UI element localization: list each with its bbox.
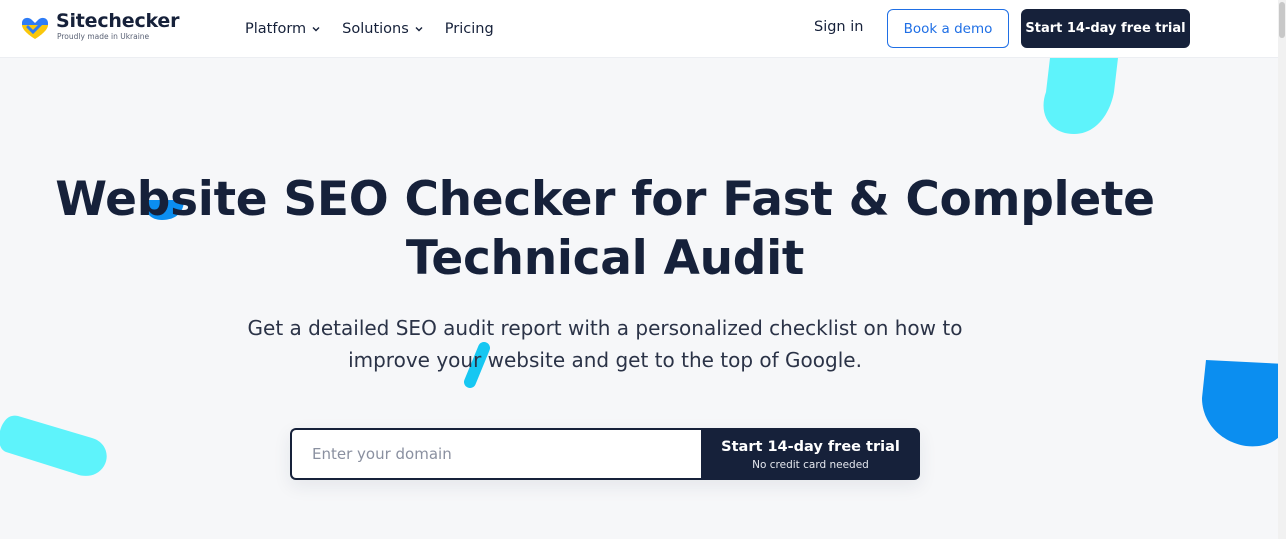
chevron-down-icon — [415, 27, 423, 32]
hero-subtitle: Get a detailed SEO audit report with a p… — [0, 312, 1210, 376]
nav-item-label: Platform — [245, 21, 307, 37]
hero-title: Website SEO Checker for Fast & Complete … — [0, 170, 1210, 288]
nav-item-pricing[interactable]: Pricing — [445, 21, 494, 37]
brand-logo[interactable]: Sitechecker Proudly made in Ukraine — [20, 12, 179, 41]
sign-in-link[interactable]: Sign in — [814, 19, 863, 35]
header-start-trial-button[interactable]: Start 14-day free trial — [1021, 9, 1190, 48]
site-header: Sitechecker Proudly made in Ukraine Plat… — [0, 0, 1286, 58]
page-scrollbar[interactable] — [1278, 0, 1286, 539]
brand-name: Sitechecker — [56, 10, 180, 32]
hero-subtitle-line-1: Get a detailed SEO audit report with a p… — [247, 316, 963, 340]
main-nav: Platform Solutions Pricing — [245, 0, 516, 58]
form-button-note: No credit card needed — [752, 458, 869, 471]
blue-blob-right — [1202, 360, 1286, 447]
nav-item-label: Solutions — [342, 21, 409, 37]
form-start-trial-button[interactable]: Start 14-day free trial No credit card n… — [701, 428, 920, 480]
cyan-pill-left — [0, 415, 107, 476]
scrollbar-thumb[interactable] — [1279, 2, 1285, 38]
domain-input[interactable] — [290, 428, 701, 480]
brand-tagline: Proudly made in Ukraine — [57, 32, 150, 41]
chevron-down-icon — [312, 27, 320, 32]
nav-item-platform[interactable]: Platform — [245, 21, 320, 37]
book-demo-button[interactable]: Book a demo — [887, 9, 1009, 48]
hero-subtitle-line-2: improve your website and get to the top … — [348, 348, 862, 372]
hero-title-line-2: Technical Audit — [405, 231, 805, 286]
nav-item-solutions[interactable]: Solutions — [342, 21, 423, 37]
logo-icon — [22, 17, 48, 39]
logo-text: Sitechecker Proudly made in Ukraine — [56, 12, 179, 41]
cyan-blob-top-right — [1043, 58, 1118, 134]
hero-title-line-1: Website SEO Checker for Fast & Complete — [55, 172, 1155, 227]
nav-item-label: Pricing — [444, 21, 494, 37]
form-button-label: Start 14-day free trial — [721, 438, 900, 455]
domain-check-form: Start 14-day free trial No credit card n… — [290, 428, 920, 480]
